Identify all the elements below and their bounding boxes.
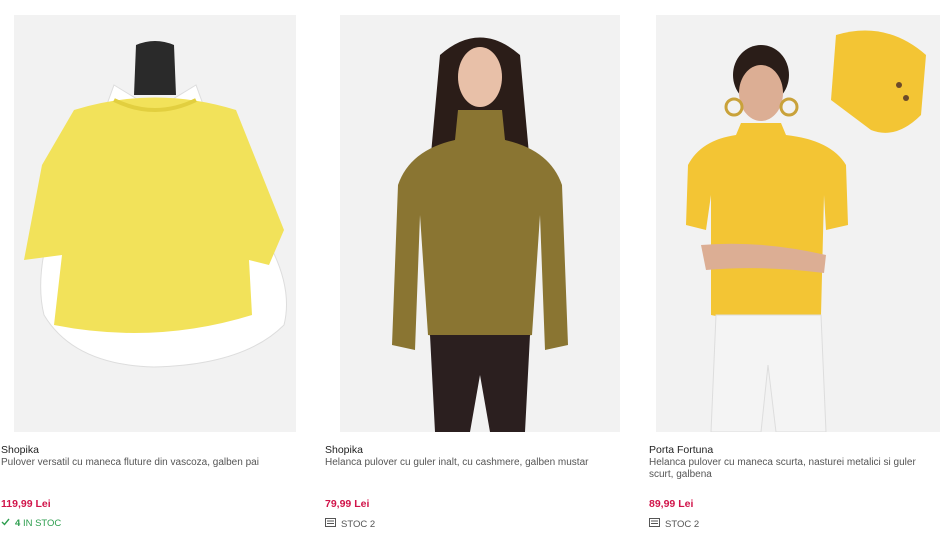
stock-status: STOC 2 — [649, 518, 699, 530]
product-price: 119,99 Lei — [1, 498, 51, 510]
product-price: 79,99 Lei — [325, 498, 370, 510]
stock-count: 4 — [15, 518, 21, 529]
product-brand[interactable]: Shopika — [325, 444, 363, 456]
product-brand[interactable]: Shopika — [1, 444, 39, 456]
stock-list-icon — [649, 518, 660, 530]
product-image[interactable] — [14, 15, 296, 432]
stock-status: STOC 2 — [325, 518, 375, 530]
product-title[interactable]: Pulover versatil cu maneca fluture din v… — [1, 457, 293, 469]
product-grid: Shopika Pulover versatil cu maneca flutu… — [0, 0, 940, 542]
product-image[interactable] — [656, 15, 940, 432]
stock-list-icon — [325, 518, 336, 530]
product-title[interactable]: Helanca pulover cu maneca scurta, nastur… — [649, 457, 940, 481]
stock-label: STOC 2 — [665, 518, 700, 530]
stock-status: 4 IN STOC — [1, 518, 61, 529]
product-card[interactable]: Porta Fortuna Helanca pulover cu maneca … — [648, 0, 940, 542]
check-icon — [1, 518, 10, 529]
product-price: 89,99 Lei — [649, 498, 694, 510]
product-card[interactable]: Shopika Helanca pulover cu guler inalt, … — [324, 0, 624, 542]
product-brand[interactable]: Porta Fortuna — [649, 444, 713, 456]
product-image[interactable] — [340, 15, 620, 432]
product-card[interactable]: Shopika Pulover versatil cu maneca flutu… — [0, 0, 300, 542]
stock-label: STOC 2 — [341, 518, 376, 530]
product-title[interactable]: Helanca pulover cu guler inalt, cu cashm… — [325, 457, 617, 469]
stock-label: IN STOC — [22, 518, 62, 529]
